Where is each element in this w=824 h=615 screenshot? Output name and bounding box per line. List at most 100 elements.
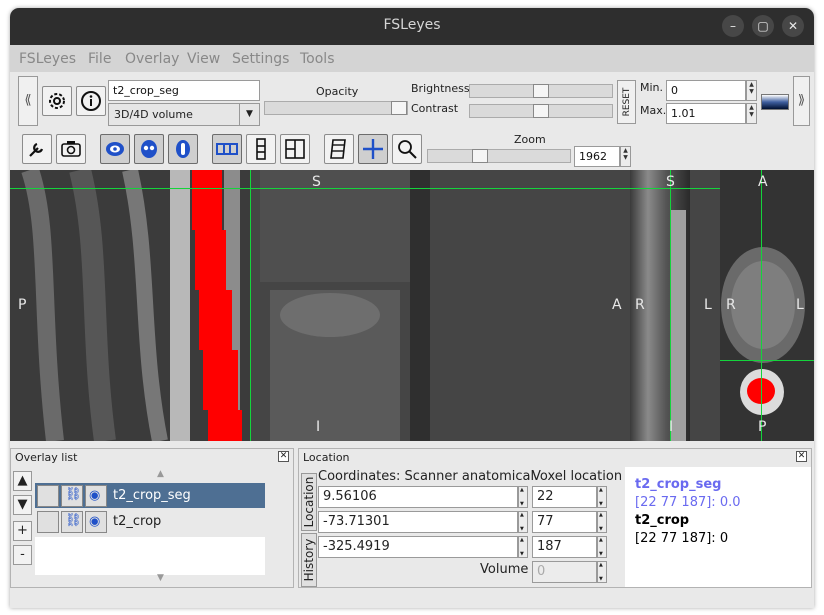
brightness-slider[interactable] [469, 84, 613, 98]
menu-bar: FSLeyes File Overlay View Settings Tools [10, 45, 814, 72]
coord-x-spin[interactable] [518, 486, 528, 508]
voxel-z-spin[interactable] [597, 536, 607, 558]
tab-history[interactable]: History [301, 533, 317, 587]
info-overlay-name: t2_crop_seg [635, 477, 722, 492]
coordinates-header: Coordinates: Scanner anatomical [318, 469, 535, 484]
save-icon[interactable] [37, 485, 59, 507]
min-field[interactable]: 0 [666, 80, 746, 101]
zoom-tool-button[interactable] [392, 134, 422, 164]
max-field[interactable]: 1.01 [666, 103, 746, 124]
toggle-coronal-button[interactable] [134, 134, 164, 164]
link-icon[interactable]: ⛓ [61, 511, 83, 533]
tab-location[interactable]: Location [301, 473, 317, 531]
info-overlay-value: [22 77 187]: 0.0 [635, 495, 741, 510]
opacity-slider[interactable] [264, 101, 408, 115]
opacity-slider-thumb[interactable] [391, 101, 407, 115]
screenshot-button[interactable] [56, 134, 86, 164]
voxel-y-field[interactable]: 77 [532, 511, 597, 533]
overlay-name-field[interactable]: t2_crop_seg [108, 80, 260, 101]
menu-overlay[interactable]: Overlay [125, 51, 179, 67]
link-icon[interactable]: ⛓ [61, 485, 83, 507]
menu-file[interactable]: File [88, 51, 111, 67]
voxel-x-spin[interactable] [597, 486, 607, 508]
contrast-slider-thumb[interactable] [533, 104, 549, 118]
eye-icon[interactable]: ◉ [85, 485, 107, 507]
movie-mode-button[interactable] [324, 134, 354, 164]
save-icon[interactable] [37, 511, 59, 533]
sagittal-right-label: A [612, 297, 622, 313]
overlay-list-scroll-up-icon[interactable]: ▲ [157, 469, 164, 479]
menu-view[interactable]: View [187, 51, 220, 67]
zoom-slider[interactable] [427, 149, 571, 163]
volume-field[interactable]: 0 [532, 561, 597, 583]
coord-y-spin[interactable] [518, 511, 528, 533]
overlay-list-title: Overlay list [15, 451, 78, 464]
sagittal-left-label: P [18, 297, 27, 313]
overlay-list-item[interactable]: ⛓ ◉ t2_crop_seg [35, 483, 265, 508]
remove-overlay-button[interactable]: - [13, 545, 32, 565]
view-settings-button[interactable] [22, 134, 52, 164]
volume-spin[interactable] [597, 561, 607, 583]
minimize-button[interactable]: – [722, 15, 744, 37]
grid-layout-button[interactable] [280, 134, 310, 164]
location-info-area: t2_crop_seg [22 77 187]: 0.0 t2_crop [22… [625, 467, 811, 587]
crosshair-axial-vertical [761, 170, 762, 441]
move-overlay-up-button[interactable]: ▲ [13, 471, 32, 491]
overlay-list-close-button[interactable]: ✕ [278, 451, 289, 462]
film-icon [330, 139, 346, 159]
info-icon [81, 91, 101, 111]
settings-button[interactable] [42, 86, 72, 116]
coronal-view [250, 170, 720, 441]
reset-button[interactable]: RESET [617, 80, 636, 124]
min-spin[interactable]: ▲ ▼ [746, 80, 757, 101]
horizontal-layout-button[interactable] [212, 134, 242, 164]
overlay-list-empty-area [35, 537, 265, 575]
brightness-label: Brightness [411, 82, 470, 95]
add-overlay-button[interactable]: + [13, 521, 32, 541]
menu-settings[interactable]: Settings [232, 51, 289, 67]
voxel-z-field[interactable]: 187 [532, 536, 597, 558]
menu-fsleyes[interactable]: FSLeyes [19, 51, 76, 67]
toolbar-scroll-right-button[interactable]: ⟫ [793, 76, 810, 126]
max-spin[interactable]: ▲ ▼ [746, 103, 757, 124]
overlay-list-scroll-down-icon[interactable]: ▼ [157, 573, 164, 583]
move-overlay-down-button[interactable]: ▼ [13, 495, 32, 515]
vertical-layout-button[interactable] [246, 134, 276, 164]
max-label: Max. [640, 104, 667, 117]
overlay-list-item[interactable]: ⛓ ◉ t2_crop [35, 509, 265, 534]
brightness-slider-thumb[interactable] [533, 84, 549, 98]
axial-top-label: A [758, 174, 768, 190]
ortho-canvas[interactable]: P S A I R S L I R A L P [10, 170, 814, 441]
coord-y-field[interactable]: -73.71301 [318, 511, 518, 533]
toggle-sagittal-button[interactable] [100, 134, 130, 164]
coord-z-field[interactable]: -325.4919 [318, 536, 518, 558]
axial-brain-icon [176, 140, 190, 158]
toggle-cursor-button[interactable] [358, 134, 388, 164]
toggle-axial-button[interactable] [168, 134, 198, 164]
close-window-button[interactable]: ✕ [782, 15, 804, 37]
eye-icon[interactable]: ◉ [85, 511, 107, 533]
zoom-slider-thumb[interactable] [472, 149, 488, 163]
info-button[interactable] [76, 86, 106, 116]
overlay-type-select[interactable]: 3D/4D volume ▼ [108, 103, 260, 126]
grid-layout-icon [285, 139, 305, 159]
menu-tools[interactable]: Tools [300, 51, 335, 67]
contrast-slider[interactable] [469, 104, 613, 118]
contrast-label: Contrast [411, 102, 459, 115]
axial-right-label: L [796, 297, 804, 313]
voxel-y-spin[interactable] [597, 511, 607, 533]
crosshair-coronal-vertical [670, 170, 671, 441]
toolbar-scroll-left-button[interactable]: ⟪ [18, 76, 38, 126]
zoom-field[interactable]: 1962 [574, 146, 620, 167]
coord-z-spin[interactable] [518, 536, 528, 558]
tab-history-label: History [302, 538, 316, 582]
zoom-spin[interactable]: ▲ ▼ [620, 146, 631, 167]
gear-icon [49, 93, 65, 109]
location-close-button[interactable]: ✕ [796, 451, 807, 462]
voxel-x-field[interactable]: 22 [532, 486, 597, 508]
horizontal-layout-icon [216, 143, 238, 155]
maximize-button[interactable]: ▢ [752, 15, 774, 37]
colormap-button[interactable] [761, 94, 789, 110]
camera-icon [61, 141, 81, 157]
coord-x-field[interactable]: 9.56106 [318, 486, 518, 508]
